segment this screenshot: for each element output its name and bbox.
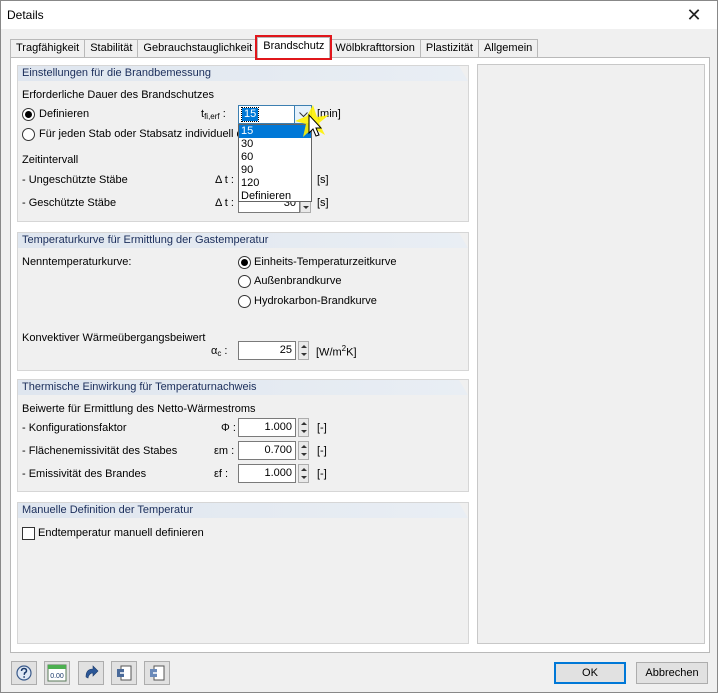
radio-hydrocarbon-curve[interactable] — [238, 295, 251, 308]
mouse-cursor-icon — [295, 105, 329, 137]
member-emissivity-unit: [-] — [317, 445, 327, 457]
alpha-unit: [W/m2K] — [316, 344, 357, 359]
fire-emissivity-symbol: εf : — [214, 468, 229, 480]
radio-standard-curve[interactable] — [238, 256, 251, 269]
unprotected-label: - Ungeschützte Stäbe — [22, 174, 128, 186]
member-emissivity-label: - Flächenemissivität des Stabes — [22, 445, 178, 457]
group-header: Thermische Einwirkung für Temperaturnach… — [18, 380, 468, 395]
alpha-spinner[interactable] — [298, 341, 309, 360]
radio-individual[interactable] — [22, 128, 35, 141]
units-button[interactable]: 0.00 — [44, 661, 70, 685]
dropdown-option[interactable]: Definieren — [239, 190, 311, 203]
tab-woelbkrafttorsion[interactable]: Wölbkrafttorsion — [329, 39, 421, 58]
group-header: Manuelle Definition der Temperatur — [18, 503, 468, 518]
fire-emissivity-unit: [-] — [317, 468, 327, 480]
tab-tragfaehigkeit[interactable]: Tragfähigkeit — [10, 39, 86, 58]
delta-t-symbol: Δ t : — [215, 197, 234, 209]
ok-button[interactable]: OK — [554, 662, 626, 684]
delta-t-symbol: Δ t : — [215, 174, 234, 186]
manual-temperature-group: Manuelle Definition der Temperatur — [17, 502, 469, 644]
export-button[interactable] — [111, 661, 137, 685]
duration-label: Erforderliche Dauer des Brandschutzes — [22, 89, 214, 101]
config-factor-unit: [-] — [317, 422, 327, 434]
radio-external-curve[interactable] — [238, 275, 251, 288]
title-bar: Details ✕ — [1, 1, 717, 29]
preview-panel — [477, 64, 705, 644]
config-factor-label: - Konfigurationsfaktor — [22, 422, 127, 434]
dropdown-option[interactable]: 90 — [239, 164, 311, 177]
member-emissivity-symbol: εm : — [214, 445, 235, 457]
details-dialog: Details ✕ Tragfähigkeit Stabilität Gebra… — [0, 0, 718, 693]
units-icon-text: 0.00 — [50, 673, 64, 680]
convective-label: Konvektiver Wärmeübergangsbeiwert — [22, 332, 206, 344]
alpha-unit-pre: [W/m — [316, 346, 342, 359]
alpha-input[interactable]: 25 — [238, 341, 296, 360]
fire-emissivity-input[interactable]: 1.000 — [238, 464, 296, 483]
radio-external-curve-label: Außenbrandkurve — [254, 275, 342, 287]
unprotected-unit: [s] — [317, 174, 329, 186]
config-factor-input[interactable]: 1.000 — [238, 418, 296, 437]
radio-standard-curve-label: Einheits-Temperaturzeitkurve — [254, 256, 397, 268]
fire-emissivity-label: - Emissivität des Brandes — [22, 468, 147, 480]
manual-temperature-label: Endtemperatur manuell definieren — [38, 527, 204, 539]
window-title: Details — [7, 8, 44, 22]
group-header: Einstellungen für die Brandbemessung — [18, 66, 468, 81]
tab-strip: Tragfähigkeit Stabilität Gebrauchstaugli… — [10, 35, 539, 60]
member-emissivity-spinner[interactable] — [298, 441, 309, 460]
protected-unit: [s] — [317, 197, 329, 209]
manual-temperature-checkbox[interactable] — [22, 527, 35, 540]
alpha-unit-post: K] — [346, 346, 357, 359]
help-button[interactable] — [11, 661, 37, 685]
radio-define[interactable] — [22, 108, 35, 121]
group-header: Temperaturkurve für Ermittlung der Gaste… — [18, 233, 468, 248]
config-factor-symbol: Φ : — [221, 422, 236, 434]
export-document-icon — [117, 665, 132, 681]
reset-button[interactable] — [78, 661, 104, 685]
symbol-sub: fi,erf — [204, 112, 220, 121]
redo-arrow-icon — [85, 665, 99, 679]
dropdown-option[interactable]: 60 — [239, 151, 311, 164]
tab-brandschutz[interactable]: Brandschutz — [255, 35, 333, 60]
close-icon[interactable]: ✕ — [671, 1, 717, 29]
cancel-button[interactable]: Abbrechen — [636, 662, 708, 684]
coefficients-label: Beiwerte für Ermittlung des Netto-Wärmes… — [22, 403, 256, 415]
tab-plastizitaet[interactable]: Plastizität — [419, 39, 479, 58]
member-emissivity-input[interactable]: 0.700 — [238, 441, 296, 460]
units-icon: 0.00 — [47, 664, 67, 682]
interval-label: Zeitintervall — [22, 154, 79, 166]
duration-symbol: tfi,erf : — [201, 108, 226, 121]
import-document-icon — [150, 665, 165, 681]
alpha-colon: : — [224, 345, 228, 357]
nominal-curve-label: Nenntemperaturkurve: — [22, 256, 132, 268]
tab-allgemein[interactable]: Allgemein — [477, 39, 539, 58]
alpha-symbol: αc : — [211, 345, 227, 358]
tab-gebrauchstauglichkeit[interactable]: Gebrauchstauglichkeit — [137, 39, 259, 58]
radio-define-label: Definieren — [39, 108, 90, 120]
protected-label: - Geschützte Stäbe — [22, 197, 117, 209]
alpha-sub: c — [217, 349, 222, 358]
help-icon — [16, 665, 32, 681]
dropdown-option[interactable]: 120 — [239, 177, 311, 190]
symbol-colon: : — [222, 108, 226, 120]
tab-stabilitaet[interactable]: Stabilität — [84, 39, 139, 58]
import-button[interactable] — [144, 661, 170, 685]
config-factor-spinner[interactable] — [298, 418, 309, 437]
combo-value: 15 — [240, 107, 260, 122]
radio-individual-label: Für jeden Stab oder Stabsatz individuell… — [39, 128, 243, 140]
radio-hydrocarbon-curve-label: Hydrokarbon-Brandkurve — [254, 295, 377, 307]
fire-emissivity-spinner[interactable] — [298, 464, 309, 483]
